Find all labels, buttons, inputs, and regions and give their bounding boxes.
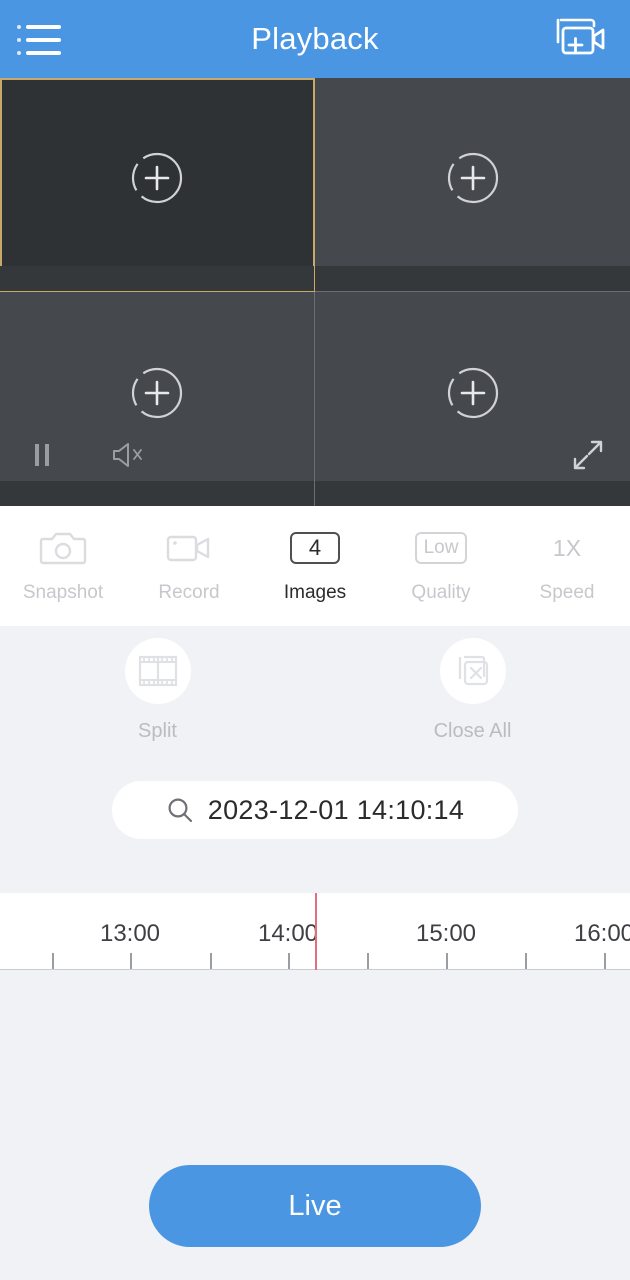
add-channel-plus-icon [447, 153, 498, 204]
close-all-label: Close All [433, 720, 512, 742]
toolbar-item-speed[interactable]: 1X Speed [504, 528, 630, 604]
pause-button[interactable] [18, 435, 66, 475]
timeline-label: 14:00 [257, 920, 319, 947]
film-strip-split-icon [138, 655, 177, 687]
video-cell-channel-4[interactable] [315, 292, 630, 506]
fullscreen-button[interactable] [564, 435, 612, 475]
timeline-tick [52, 953, 54, 969]
toolbar-item-record[interactable]: Record [126, 528, 252, 604]
toolbar-item-images[interactable]: 4 Images [252, 528, 378, 604]
timeline-tick [525, 953, 527, 969]
timeline-tick [367, 953, 369, 969]
add-channel-plus-icon [447, 367, 498, 418]
video-cell-channel-3[interactable] [0, 292, 315, 506]
playback-screen: Playback Snapshot Record 4 Images Low Qu… [0, 0, 630, 1280]
timeline-label: 15:00 [415, 920, 477, 947]
search-section: 2023-12-01 14:10:14 [0, 781, 630, 893]
cell-control-bar [315, 481, 630, 506]
timeline-label: 13:00 [99, 920, 161, 947]
split-label: Split [138, 720, 177, 742]
add-channel-plus-icon [131, 367, 183, 418]
speed-value: 1X [552, 534, 582, 561]
toolbar-item-snapshot[interactable]: Snapshot [0, 528, 126, 604]
live-button[interactable]: Live [149, 1165, 481, 1247]
cell-control-bar [315, 266, 630, 291]
function-toolbar: Snapshot Record 4 Images Low Quality 1X … [0, 506, 630, 626]
video-camera-icon [166, 535, 210, 562]
timeline-tick [288, 953, 290, 969]
search-input[interactable]: 2023-12-01 14:10:14 [208, 795, 464, 826]
cell-control-bar [0, 266, 314, 291]
timeline-playhead[interactable] [315, 893, 317, 970]
toolbar-label-quality: Quality [411, 582, 471, 603]
add-channel-plus-icon [131, 153, 183, 204]
toolbar-label-speed: Speed [539, 582, 595, 603]
close-all-windows-icon [458, 655, 488, 686]
app-header: Playback [0, 0, 630, 78]
toolbar-item-quality[interactable]: Low Quality [378, 528, 504, 604]
datetime-search-bar[interactable]: 2023-12-01 14:10:14 [112, 781, 518, 839]
timeline-tick [446, 953, 448, 969]
mute-icon [113, 443, 142, 467]
close-all-button[interactable]: Close All [315, 638, 630, 743]
grid-count-chip: 4 [290, 532, 340, 564]
split-button[interactable]: Split [0, 638, 315, 743]
fullscreen-expand-icon [573, 440, 603, 470]
quality-chip: Low [414, 532, 468, 564]
page-title: Playback [251, 21, 379, 56]
toolbar-label-snapshot: Snapshot [22, 582, 104, 603]
video-grid [0, 78, 630, 506]
toolbar-label-images: Images [283, 582, 347, 603]
camera-icon [39, 532, 87, 565]
action-row: Split Close All [0, 626, 630, 781]
timeline[interactable]: 13:00 14:00 15:00 16:00 [0, 893, 630, 970]
video-cell-channel-1[interactable] [0, 78, 315, 292]
timeline-tick [604, 953, 606, 969]
pause-icon [35, 444, 49, 466]
search-icon [168, 798, 192, 823]
cell-controls [315, 429, 630, 481]
mute-button[interactable] [104, 435, 152, 475]
add-camera-button[interactable] [544, 0, 616, 78]
timeline-label: 16:00 [573, 920, 630, 947]
bottom-section: Live [0, 970, 630, 1280]
video-cell-channel-2[interactable] [315, 78, 630, 292]
cell-controls [0, 429, 314, 481]
toolbar-label-record: Record [158, 582, 220, 603]
timeline-tick [130, 953, 132, 969]
cell-control-bar [0, 481, 314, 506]
add-video-camera-icon [556, 18, 605, 55]
timeline-tick [210, 953, 212, 969]
